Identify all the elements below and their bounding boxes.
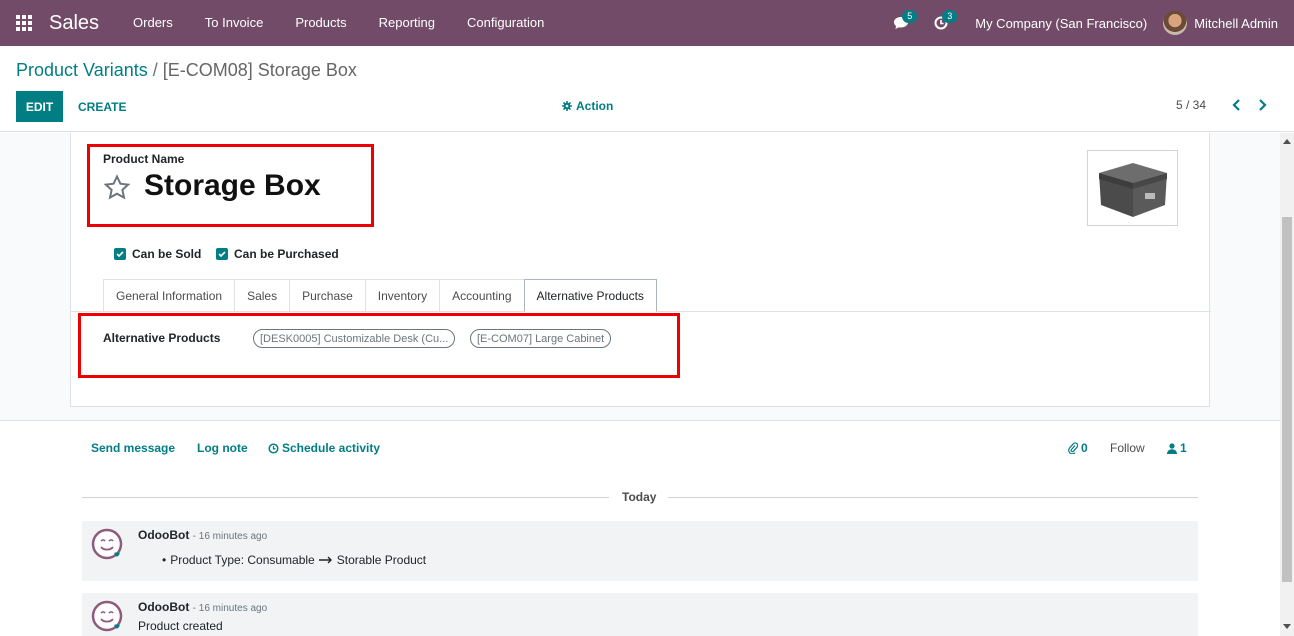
menu-products[interactable]: Products [279,0,362,46]
schedule-activity-label: Schedule activity [282,441,381,455]
odoobot-avatar [91,600,123,632]
message-body: Product created [138,619,223,633]
form-view: Product Name Storage Box Can be Sold Can… [0,133,1280,636]
date-separator: Today [622,490,657,504]
avatar [1163,11,1188,35]
odoobot-avatar [91,528,123,560]
checkbox-checked-icon [114,248,126,260]
action-menu-button[interactable]: Action [562,99,613,113]
apps-menu-icon[interactable] [0,0,48,46]
action-label: Action [576,99,614,113]
product-image[interactable] [1087,150,1178,226]
schedule-activity-button[interactable]: Schedule activity [268,441,380,455]
tab-purchase[interactable]: Purchase [289,279,365,312]
bullet: • [162,553,167,567]
clock-icon [268,442,279,454]
message-time: - 16 minutes ago [192,531,268,542]
pager-next-button[interactable] [1254,96,1272,114]
follow-button[interactable]: Follow [1110,441,1145,455]
tab-alternative-products[interactable]: Alternative Products [523,279,657,312]
create-button[interactable]: CREATE [70,91,135,122]
tab-inventory[interactable]: Inventory [364,279,440,312]
edit-button[interactable]: EDIT [16,91,63,122]
tab-general-information[interactable]: General Information [103,279,235,312]
breadcrumb-current: [E-COM08] Storage Box [162,60,357,80]
activities-button[interactable]: 3 [921,0,961,46]
breadcrumb-parent[interactable]: Product Variants [16,60,148,80]
tracking-value: • Product Type: Consumable Storable Prod… [162,553,426,567]
checkbox-checked-icon [216,248,228,260]
tracking-field: Product Type: Consumable [170,553,315,567]
menu-to-invoice[interactable]: To Invoice [189,0,280,46]
arrow-right-icon [318,556,332,564]
control-panel: Product Variants / [E-COM08] Storage Box… [0,46,1294,132]
message-author[interactable]: OdooBot [138,528,189,542]
scrollbar-thumb[interactable] [1282,217,1292,582]
scroll-down-icon[interactable] [1283,624,1291,630]
notebook-tabs: General Information Sales Purchase Inven… [103,279,657,312]
send-message-button[interactable]: Send message [91,441,175,455]
storage-box-image [1098,163,1167,217]
form-sheet: Product Name Storage Box Can be Sold Can… [70,133,1211,407]
menu-configuration[interactable]: Configuration [451,0,560,46]
date-divider-right [668,497,1198,498]
pager-value[interactable]: 5 / 34 [1176,98,1206,112]
attachments-count: 0 [1081,441,1088,455]
chevron-right-icon [1259,99,1267,111]
breadcrumb: Product Variants / [E-COM08] Storage Box [16,60,357,81]
highlight-box [78,313,680,378]
chatter: Send message Log note Schedule activity … [0,420,1280,636]
log-note-button[interactable]: Log note [197,441,248,455]
message-header: OdooBot - 16 minutes ago [138,600,267,614]
date-divider-left [82,497,609,498]
user-name: Mitchell Admin [1194,15,1278,31]
user-menu[interactable]: Mitchell Admin [1163,11,1294,35]
message-time: - 16 minutes ago [192,603,268,614]
user-icon [1167,442,1177,454]
pager-previous-button[interactable] [1227,96,1245,114]
menu-reporting[interactable]: Reporting [363,0,451,46]
gear-icon [562,101,572,111]
messages-button[interactable]: 5 [881,0,921,46]
can-be-sold-checkbox[interactable]: Can be Sold [114,247,201,261]
tab-sales[interactable]: Sales [234,279,290,312]
messages-badge: 5 [902,10,918,23]
menu-orders[interactable]: Orders [117,0,189,46]
breadcrumb-separator: / [152,60,158,80]
activities-badge: 3 [942,10,958,23]
scrollbar[interactable] [1280,133,1294,636]
top-navbar: Sales Orders To Invoice Products Reporti… [0,0,1294,46]
message-header: OdooBot - 16 minutes ago [138,528,267,542]
can-be-purchased-checkbox[interactable]: Can be Purchased [216,247,339,261]
can-be-sold-label: Can be Sold [132,247,202,261]
followers-button[interactable]: 1 [1167,441,1187,455]
chatter-message: OdooBot - 16 minutes ago Product created [82,593,1198,636]
scroll-up-icon[interactable] [1283,138,1291,144]
attachments-button[interactable]: 0 [1068,441,1088,455]
company-switcher[interactable]: My Company (San Francisco) [961,16,1163,31]
message-author[interactable]: OdooBot [138,600,189,614]
followers-count: 1 [1180,441,1187,455]
tab-accounting[interactable]: Accounting [439,279,524,312]
tracking-new-value: Storable Product [336,553,427,567]
can-be-purchased-label: Can be Purchased [234,247,339,261]
paperclip-icon [1068,442,1078,454]
highlight-box [87,144,374,227]
app-brand[interactable]: Sales [49,12,99,35]
chatter-message: OdooBot - 16 minutes ago • Product Type:… [82,521,1198,581]
chevron-left-icon [1232,99,1240,111]
